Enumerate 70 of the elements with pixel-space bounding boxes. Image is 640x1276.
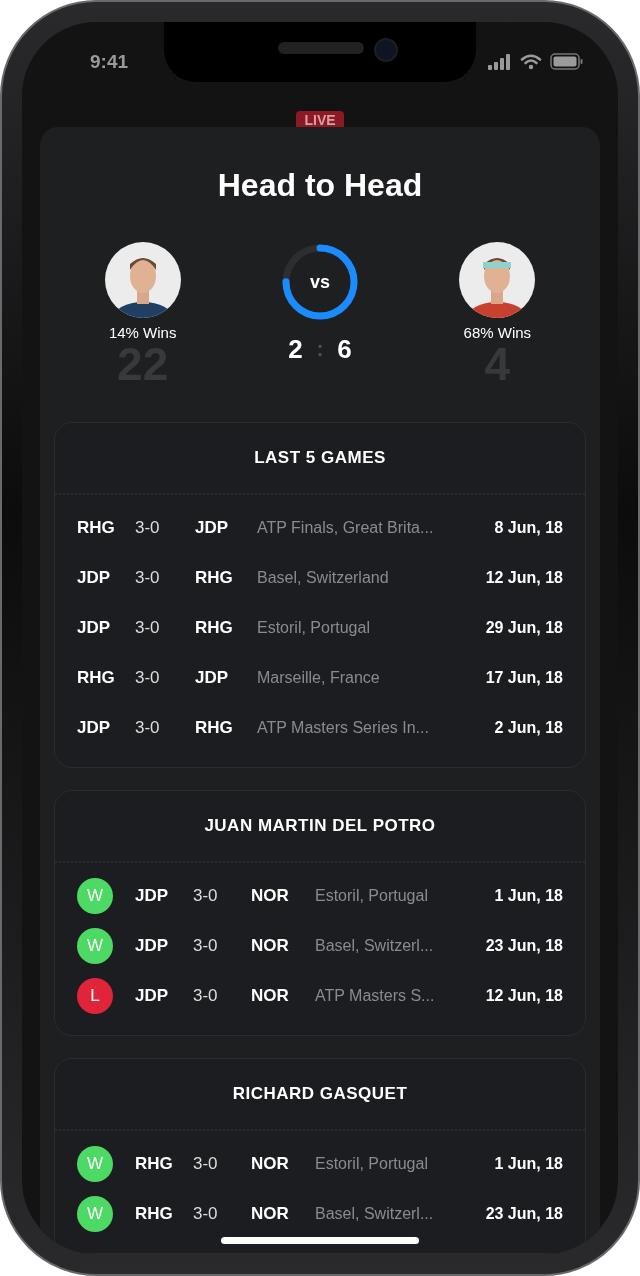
opponent-code: RHG <box>195 718 234 738</box>
opponent-code: NOR <box>251 936 290 956</box>
player-code: JDP <box>135 886 170 906</box>
match-date: 8 Jun, 18 <box>494 519 563 537</box>
venue-text: Estoril, Portugal <box>315 1155 429 1173</box>
opponent-code: NOR <box>251 1154 290 1174</box>
head-to-head-score: 2 <box>288 334 303 365</box>
signal-icon <box>488 53 512 70</box>
result-badge: W <box>77 878 113 914</box>
opponent-code: NOR <box>251 1204 290 1224</box>
match-score: 3-0 <box>193 886 219 906</box>
venue-text: Basel, Switzerl... <box>315 1205 435 1223</box>
match-date: 2 Jun, 18 <box>494 719 563 737</box>
player-code: JDP <box>77 718 112 738</box>
venue-text: ATP Finals, Great Brita... <box>257 519 435 537</box>
head-to-head-score: 6 <box>337 334 352 365</box>
venue-text: Basel, Switzerl... <box>315 937 435 955</box>
match-score: 3-0 <box>135 718 161 738</box>
opponent-code: NOR <box>251 986 290 1006</box>
wifi-icon <box>520 53 542 70</box>
player-code: RHG <box>135 1154 174 1174</box>
card-title: RICHARD GASQUET <box>55 1059 585 1131</box>
player-code: RHG <box>135 1204 174 1224</box>
page-title: Head to Head <box>216 167 424 204</box>
match-score: 3-0 <box>135 518 161 538</box>
opponent-code: RHG <box>195 618 234 638</box>
result-badge: W <box>77 928 113 964</box>
match-score: 3-0 <box>193 1154 219 1174</box>
card-title: LAST 5 GAMES <box>55 423 585 495</box>
player-code: JDP <box>77 618 112 638</box>
opponent-code: JDP <box>195 518 230 538</box>
win-percentage: 68% Wins <box>463 324 532 342</box>
match-date: 1 Jun, 18 <box>494 887 563 905</box>
player-code: JDP <box>135 936 170 956</box>
battery-icon <box>550 53 584 70</box>
opponent-code: NOR <box>251 886 290 906</box>
match-date: 29 Jun, 18 <box>485 619 563 637</box>
match-score: 3-0 <box>193 936 219 956</box>
match-date: 1 Jun, 18 <box>494 1155 563 1173</box>
result-badge: W <box>77 1146 113 1182</box>
opponent-code: JDP <box>195 668 230 688</box>
match-score: 3-0 <box>135 618 161 638</box>
player-code: RHG <box>77 518 116 538</box>
match-score: 3-0 <box>135 568 161 588</box>
match-score: 3-0 <box>193 986 219 1006</box>
player-code: JDP <box>77 568 112 588</box>
match-score: 3-0 <box>135 668 161 688</box>
venue-text: Estoril, Portugal <box>315 887 429 905</box>
match-date: 23 Jun, 18 <box>485 937 563 955</box>
match-date: 12 Jun, 18 <box>485 569 563 587</box>
player-code: JDP <box>135 986 170 1006</box>
match-score: 3-0 <box>193 1204 219 1224</box>
match-date: 23 Jun, 18 <box>485 1205 563 1223</box>
result-badge: L <box>77 978 113 1014</box>
status-time: 9:41 <box>90 50 129 73</box>
score-separator: : <box>316 338 324 361</box>
player-code: RHG <box>77 668 116 688</box>
match-date: 17 Jun, 18 <box>485 669 563 687</box>
win-percentage: 14% Wins <box>108 324 177 342</box>
match-date: 12 Jun, 18 <box>485 987 563 1005</box>
opponent-code: RHG <box>195 568 234 588</box>
venue-text: ATP Masters Series In... <box>257 719 430 737</box>
venue-text: ATP Masters S... <box>315 987 436 1005</box>
versus-label: vs <box>309 273 330 291</box>
venue-text: Marseille, France <box>257 669 381 687</box>
venue-text: Estoril, Portugal <box>257 619 371 637</box>
venue-text: Basel, Switzerland <box>257 569 390 587</box>
result-badge: W <box>77 1196 113 1232</box>
card-title: JUAN MARTIN DEL POTRO <box>55 791 585 863</box>
camera-lens <box>374 38 398 62</box>
